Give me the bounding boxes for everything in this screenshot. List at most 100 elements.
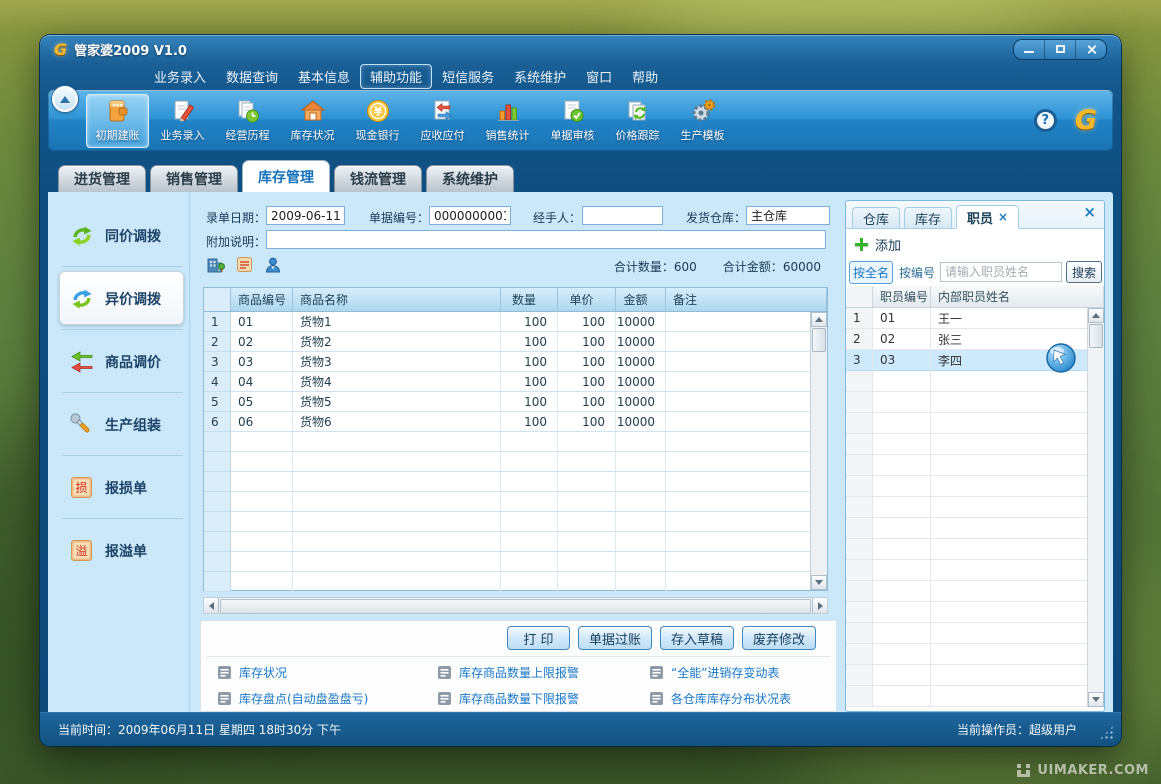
- menu-window[interactable]: 窗口: [576, 64, 622, 89]
- toolbar-collapse-button[interactable]: [52, 86, 78, 112]
- filter-by-fullname[interactable]: 按全名: [849, 261, 893, 284]
- tool-receivable-payable[interactable]: 应收应付: [411, 94, 474, 148]
- total-amount: 合计金额：60000: [723, 258, 821, 275]
- link-qty-lower-limit-alert[interactable]: 库存商品数量下限报警: [459, 690, 579, 707]
- entry-date-input[interactable]: [266, 206, 345, 225]
- resize-grip[interactable]: [1099, 725, 1114, 740]
- window-title: 管家婆2009 V1.0: [74, 40, 187, 59]
- table-row[interactable]: 505货物510010010000: [204, 392, 810, 412]
- panel-tab-inventory[interactable]: 库存: [904, 207, 952, 229]
- minimize-button[interactable]: [1014, 40, 1044, 59]
- link-inventory-status[interactable]: 库存状况: [239, 664, 287, 681]
- report-icon: [649, 691, 664, 706]
- panel-tab-warehouse[interactable]: 仓库: [852, 207, 900, 229]
- note-input[interactable]: [266, 230, 826, 249]
- grid-vertical-scrollbar[interactable]: [810, 312, 827, 590]
- col-item-code: 商品编号: [231, 288, 293, 311]
- link-omnipotent-flow-report[interactable]: “全能”进销存变动表: [671, 664, 779, 681]
- warehouse-select-icon[interactable]: [206, 255, 225, 274]
- menu-system-maintenance[interactable]: 系统维护: [504, 64, 576, 89]
- menu-aux-functions[interactable]: 辅助功能: [360, 64, 432, 89]
- link-qty-upper-limit-alert[interactable]: 库存商品数量上限报警: [459, 664, 579, 681]
- table-row[interactable]: 101货物110010010000: [204, 312, 810, 332]
- maximize-button[interactable]: [1044, 40, 1075, 59]
- table-row[interactable]: 404货物410010010000: [204, 372, 810, 392]
- menu-sms-service[interactable]: 短信服务: [432, 64, 504, 89]
- tab-purchase-mgmt[interactable]: 进货管理: [58, 165, 146, 192]
- sidebar-item-production-assembly[interactable]: 生产组装: [56, 393, 189, 456]
- scroll-thumb[interactable]: [812, 328, 826, 352]
- sidebar-item-diff-price-transfer[interactable]: 异价调拨: [56, 267, 189, 330]
- filter-by-code[interactable]: 按编号: [899, 264, 935, 281]
- tab-sales-mgmt[interactable]: 销售管理: [150, 165, 238, 192]
- stats-icon: [495, 98, 521, 124]
- empty-row: [204, 432, 810, 452]
- scroll-track[interactable]: [219, 598, 812, 613]
- close-button[interactable]: [1075, 40, 1106, 59]
- tool-initial-setup[interactable]: 初期建账: [86, 94, 149, 148]
- tool-voucher-audit[interactable]: 单据审核: [541, 94, 604, 148]
- menu-basic-info[interactable]: 基本信息: [288, 64, 360, 89]
- tab-system-maintenance[interactable]: 系统维护: [426, 165, 514, 192]
- tab-inventory-mgmt[interactable]: 库存管理: [242, 160, 330, 192]
- tool-cash-bank[interactable]: ¥ 现金银行: [346, 94, 409, 148]
- tool-inventory-status[interactable]: 库存状况: [281, 94, 344, 148]
- scroll-down-button[interactable]: [1088, 692, 1104, 707]
- sidebar-item-overflow-report[interactable]: 溢 报溢单: [56, 519, 189, 582]
- report-icon: [217, 691, 232, 706]
- tab-close-icon[interactable]: ×: [998, 210, 1008, 224]
- print-button[interactable]: 打 印: [507, 626, 570, 650]
- warehouse-input[interactable]: [746, 206, 830, 225]
- maximize-icon: [1056, 45, 1065, 53]
- tool-sales-stats[interactable]: 销售统计: [476, 94, 539, 148]
- scroll-left-button[interactable]: [204, 598, 219, 613]
- save-draft-button[interactable]: 存入草稿: [660, 626, 734, 650]
- close-icon: [1086, 44, 1097, 55]
- col-item-name: 商品名称: [293, 288, 501, 311]
- scroll-up-button[interactable]: [1088, 308, 1104, 323]
- entry-icon: [170, 98, 196, 124]
- table-row[interactable]: 202货物210010010000: [204, 332, 810, 352]
- employee-select-icon[interactable]: [264, 256, 282, 274]
- employee-search-input[interactable]: [940, 262, 1062, 282]
- voucher-no-input[interactable]: [429, 206, 511, 225]
- help-icon[interactable]: ?: [1034, 109, 1057, 132]
- table-row[interactable]: 606货物610010010000: [204, 412, 810, 432]
- table-row[interactable]: 303货物310010010000: [204, 352, 810, 372]
- sidebar-item-same-price-transfer[interactable]: 同价调拨: [56, 204, 189, 267]
- empty-row: [846, 518, 1087, 539]
- sidebar-item-loss-report[interactable]: 损 报损单: [56, 456, 189, 519]
- handler-input[interactable]: [582, 206, 663, 225]
- sidebar: 同价调拨 异价调拨 商品调价 生产组装 损 报损单: [56, 192, 190, 712]
- tool-production-template[interactable]: 生产模板: [671, 94, 734, 148]
- tool-business-entry[interactable]: 业务录入: [151, 94, 214, 148]
- menu-business-entry[interactable]: 业务录入: [144, 64, 216, 89]
- add-employee-button[interactable]: 添加: [875, 235, 901, 254]
- link-warehouse-distribution[interactable]: 各仓库库存分布状况表: [671, 690, 791, 707]
- scroll-right-button[interactable]: [812, 598, 827, 613]
- note-label: 附加说明：: [206, 233, 266, 250]
- empty-row: [204, 492, 810, 512]
- discard-changes-button[interactable]: 废弃修改: [742, 626, 816, 650]
- report-icon: [217, 665, 232, 680]
- scroll-down-button[interactable]: [811, 575, 827, 590]
- scroll-thumb[interactable]: [1089, 324, 1103, 348]
- scroll-up-button[interactable]: [811, 312, 827, 327]
- stamp-select-icon[interactable]: [236, 256, 253, 273]
- payable-icon: [430, 98, 456, 124]
- panel-vertical-scrollbar[interactable]: [1087, 308, 1104, 707]
- panel-close-icon[interactable]: ×: [1083, 205, 1096, 220]
- tab-cashflow-mgmt[interactable]: 钱流管理: [334, 165, 422, 192]
- tool-price-tracking[interactable]: 价格跟踪: [606, 94, 669, 148]
- sidebar-item-price-adjust[interactable]: 商品调价: [56, 330, 189, 393]
- link-stocktake[interactable]: 库存盘点(自动盘盈盘亏): [239, 690, 368, 707]
- menu-data-query[interactable]: 数据查询: [216, 64, 288, 89]
- scroll-thumb[interactable]: [220, 599, 811, 614]
- grid-horizontal-scrollbar[interactable]: [203, 597, 828, 614]
- search-button[interactable]: 搜索: [1066, 261, 1102, 283]
- post-voucher-button[interactable]: 单据过账: [578, 626, 652, 650]
- menu-help[interactable]: 帮助: [622, 64, 668, 89]
- employee-row[interactable]: 101王一: [846, 308, 1087, 329]
- tool-business-history[interactable]: 经营历程: [216, 94, 279, 148]
- panel-tab-employee[interactable]: 职员×: [956, 205, 1019, 229]
